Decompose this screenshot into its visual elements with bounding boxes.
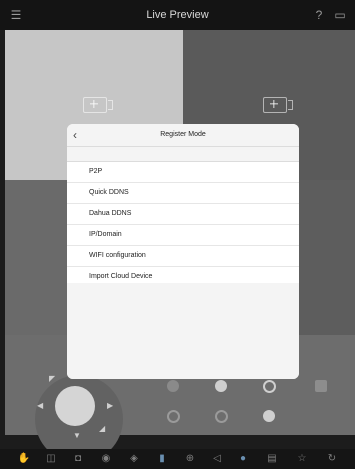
add-camera-icon[interactable] [263,97,293,113]
audio-icon[interactable]: ◁ [210,453,224,465]
preset-icon[interactable] [315,380,327,392]
option-dahua-ddns[interactable]: Dahua DDNS [67,204,299,225]
arrow-down-icon[interactable]: ▼ [73,431,81,440]
touch-icon[interactable]: ✋ [17,453,31,465]
top-bar: ☰ Live Preview ? ▭ [0,0,355,30]
talk-icon[interactable]: ● [236,453,250,465]
rotate-icon[interactable]: ↻ [325,453,339,465]
dialog-empty-area [67,283,299,379]
favorite-icon[interactable]: ☆ [295,453,309,465]
snapshot-icon[interactable]: ◫ [44,453,58,465]
zoom-in-icon[interactable] [167,380,179,392]
register-mode-dialog: ‹ Register Mode P2P Quick DDNS Dahua DDN… [67,124,299,379]
help-icon[interactable]: ? [311,7,327,23]
arrow-up-left-icon[interactable]: ◤ [49,374,55,383]
stream-icon[interactable]: ▮ [155,453,169,465]
option-ip-domain[interactable]: IP/Domain [67,225,299,246]
dialog-header: ‹ Register Mode [67,124,299,146]
ptz-icon[interactable]: ◈ [127,453,141,465]
dialog-title: Register Mode [160,131,206,138]
cast-icon[interactable]: ▭ [332,7,348,23]
focus-far-icon[interactable] [215,410,228,423]
replay-icon[interactable]: ◉ [99,453,113,465]
record-icon[interactable]: ◘ [71,453,85,465]
bottom-toolbar: ✋ ◫ ◘ ◉ ◈ ▮ ⊕ ◁ ● ▤ ☆ ↻ [0,449,355,469]
focus-near-icon[interactable] [215,380,227,392]
add-camera-icon[interactable] [83,97,113,113]
zoom-out-icon[interactable] [167,410,180,423]
divider [67,146,299,147]
arrow-down-right-icon[interactable]: ◢ [99,424,105,433]
option-quick-ddns[interactable]: Quick DDNS [67,183,299,204]
arrow-left-icon[interactable]: ◀ [37,401,43,410]
quality-icon[interactable]: ▤ [265,453,279,465]
page-title: Live Preview [146,9,209,21]
iris-open-icon[interactable] [263,380,276,393]
option-wifi-configuration[interactable]: WIFI configuration [67,246,299,267]
add-icon[interactable]: ⊕ [183,453,197,465]
register-mode-list: P2P Quick DDNS Dahua DDNS IP/Domain WIFI… [67,162,299,288]
ptz-joystick-knob[interactable] [55,386,95,426]
iris-close-icon[interactable] [263,410,275,422]
option-p2p[interactable]: P2P [67,162,299,183]
arrow-right-icon[interactable]: ▶ [107,401,113,410]
